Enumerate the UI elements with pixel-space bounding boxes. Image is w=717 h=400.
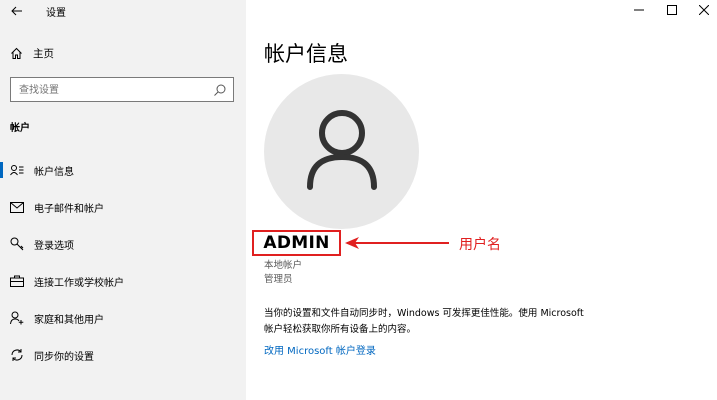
sidebar-item-sync[interactable]: 同步你的设置 (0, 344, 246, 366)
account-type: 本地帐户 (264, 260, 303, 271)
microsoft-account-link[interactable]: 改用 Microsoft 帐户登录 (264, 342, 376, 357)
sidebar-item-label: 登录选项 (34, 240, 74, 252)
search-box[interactable] (10, 77, 234, 102)
user-silhouette-icon (306, 109, 377, 190)
minimize-button[interactable] (627, 2, 651, 18)
close-icon (699, 5, 709, 15)
search-input[interactable] (11, 79, 207, 102)
back-arrow-icon (11, 6, 22, 16)
sync-icon (11, 349, 23, 361)
username: ADMIN (263, 233, 330, 253)
sidebar-item-account-info[interactable]: 帐户信息 (0, 159, 246, 181)
sidebar-item-work-school[interactable]: 连接工作或学校帐户 (0, 270, 246, 292)
sidebar-item-sign-in[interactable]: 登录选项 (0, 233, 246, 255)
maximize-icon (667, 5, 677, 15)
mail-icon (10, 201, 24, 213)
sidebar: 设置 主页 帐户 帐户信息 电子邮件 (0, 0, 246, 400)
search-icon[interactable] (213, 83, 227, 97)
back-button[interactable] (6, 2, 28, 20)
home-nav-item[interactable]: 主页 (10, 44, 54, 62)
title-bar: 设置 (0, 0, 246, 22)
sidebar-item-label: 帐户信息 (34, 166, 74, 178)
home-icon (11, 47, 22, 59)
account-role: 管理员 (264, 274, 293, 285)
sidebar-item-label: 电子邮件和帐户 (34, 203, 104, 215)
close-button[interactable] (692, 2, 716, 18)
app-title: 设置 (46, 8, 66, 19)
sidebar-item-email[interactable]: 电子邮件和帐户 (0, 196, 246, 218)
account-info-icon (10, 165, 24, 176)
sync-description: 当你的设置和文件自动同步时，Windows 可发挥更佳性能。使用 Microso… (264, 308, 584, 335)
avatar (264, 74, 419, 229)
sidebar-item-label: 连接工作或学校帐户 (34, 277, 124, 289)
home-label: 主页 (33, 47, 54, 60)
sidebar-item-label: 同步你的设置 (34, 351, 94, 363)
key-icon (10, 237, 24, 251)
person-add-icon (10, 311, 24, 325)
maximize-button[interactable] (660, 2, 684, 18)
annotation-label: 用户名 (459, 237, 501, 253)
sidebar-item-family[interactable]: 家庭和其他用户 (0, 307, 246, 329)
username-highlight-box: ADMIN (252, 230, 341, 256)
annotation-arrow (345, 237, 449, 249)
section-title: 帐户 (10, 123, 30, 134)
sidebar-item-label: 家庭和其他用户 (34, 314, 104, 326)
page-title: 帐户信息 (264, 42, 348, 66)
minimize-icon (634, 9, 644, 11)
briefcase-icon (10, 275, 24, 287)
